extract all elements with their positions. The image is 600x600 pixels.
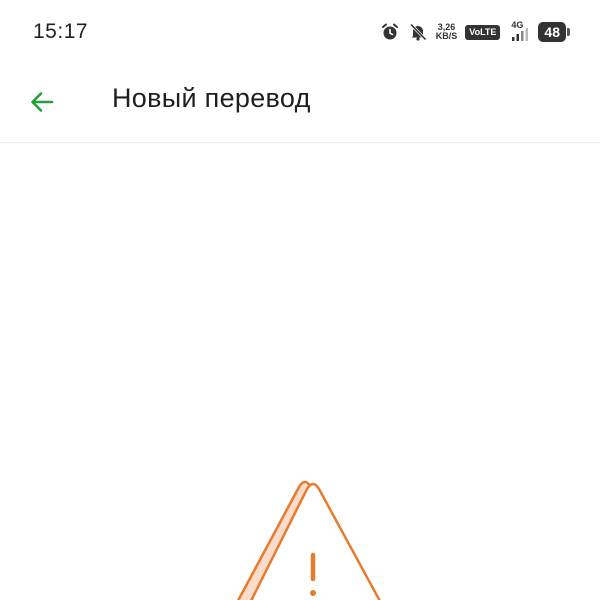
page-title: Новый перевод (112, 83, 311, 113)
signal-icon: 4G (508, 20, 530, 42)
app-bar: Новый перевод (0, 64, 600, 143)
net-speed-unit: KB/S (435, 31, 458, 41)
arrow-left-icon (31, 92, 54, 112)
back-button[interactable] (20, 80, 64, 124)
status-icons: 3,26 KB/S VoLTE 4G 48 (380, 18, 570, 46)
alarm-icon (380, 22, 400, 42)
screen: 15:17 3,26 KB/S VoLTE 4G 48 Новый перево… (0, 0, 600, 600)
warning-triangle-icon (215, 475, 395, 600)
net-speed: 3,26 KB/S (436, 23, 458, 41)
battery-level: 48 (538, 22, 566, 42)
battery-tip (567, 28, 570, 36)
battery-icon: 48 (538, 22, 570, 42)
status-time: 15:17 (33, 20, 89, 43)
bell-off-icon (408, 22, 428, 42)
content-area (0, 143, 600, 600)
volte-badge: VoLTE (465, 24, 501, 40)
status-bar: 15:17 3,26 KB/S VoLTE 4G 48 (0, 0, 600, 64)
